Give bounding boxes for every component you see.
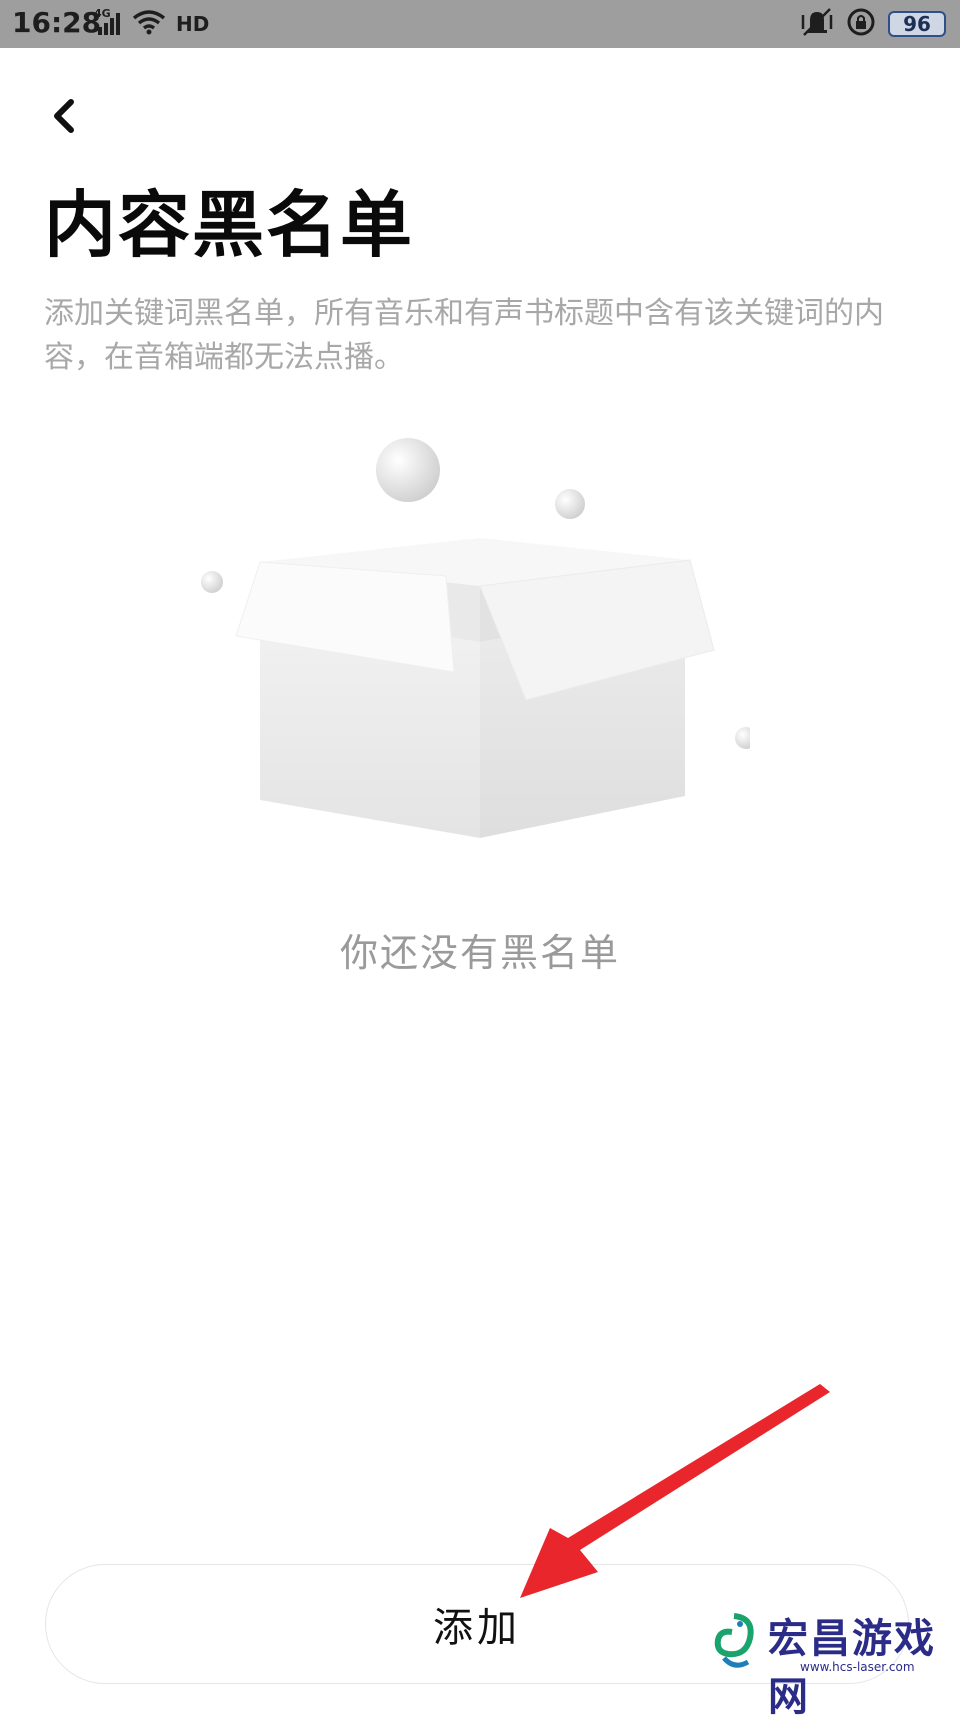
back-button[interactable] xyxy=(44,92,84,140)
decor-ball xyxy=(376,438,440,502)
rotation-lock-icon xyxy=(846,7,876,41)
status-time: 16:28 xyxy=(12,6,102,39)
dragon-logo-icon xyxy=(714,1613,754,1668)
watermark-logo: 宏昌游戏网 www.hcs-laser.com xyxy=(704,1604,954,1720)
watermark-url: www.hcs-laser.com xyxy=(800,1660,915,1674)
battery-icon: 96 xyxy=(888,11,946,37)
chevron-left-icon xyxy=(54,99,74,133)
vibrate-icon xyxy=(800,7,834,41)
add-button-label: 添加 xyxy=(433,1605,521,1651)
decor-ball xyxy=(735,727,750,749)
decor-ball xyxy=(555,489,585,519)
signal-icon: 4G xyxy=(94,7,122,37)
network-label: 4G xyxy=(94,7,111,20)
page-description: 添加关键词黑名单，所有音乐和有声书标题中含有该关键词的内容，在音箱端都无法点播。 xyxy=(44,296,884,375)
empty-box-icon xyxy=(201,438,750,838)
page-title: 内容黑名单 xyxy=(44,183,415,267)
hd-icon: HD xyxy=(176,12,210,36)
wifi-icon xyxy=(132,9,166,39)
status-bar: 16:28 4G HD 96 xyxy=(0,0,960,48)
empty-state-text: 你还没有黑名单 xyxy=(339,931,620,975)
decor-ball xyxy=(201,571,223,593)
status-right-icons: 96 xyxy=(800,8,946,40)
status-left-icons: 4G HD xyxy=(94,7,210,39)
annotation-arrow-icon xyxy=(520,1384,830,1598)
